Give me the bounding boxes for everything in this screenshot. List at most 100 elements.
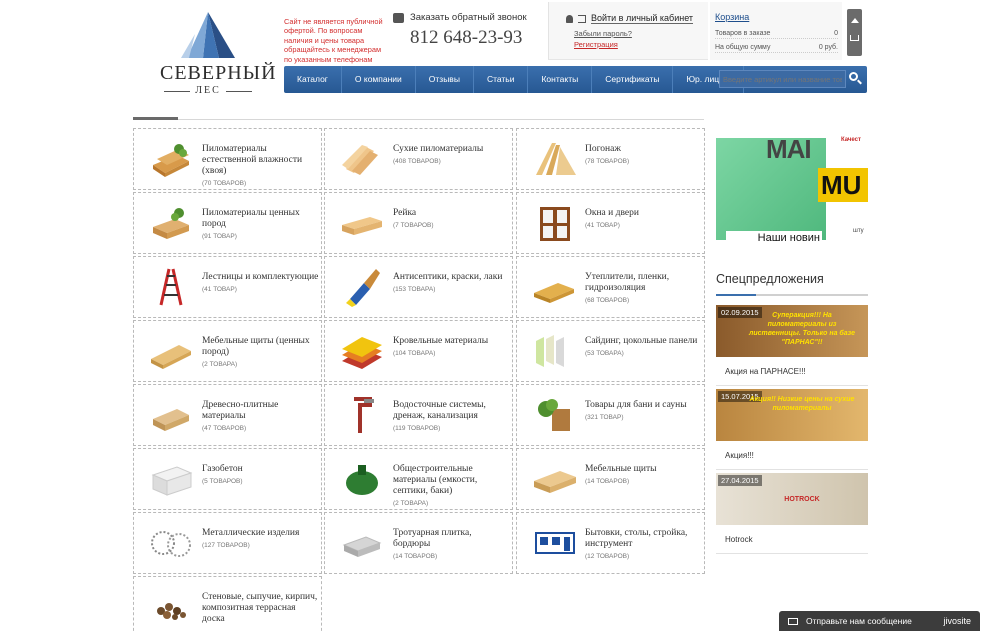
nav-item-articles[interactable]: Статьи <box>474 66 529 93</box>
cart-items-row: Товаров в заказе 0 <box>715 30 838 39</box>
category-name: Тротуарная плитка, бордюры <box>393 528 472 549</box>
sauna-bucket-icon <box>538 399 570 431</box>
category-card[interactable]: Стеновые, сыпучие, кирпич, композитная т… <box>133 576 322 631</box>
category-name: Рейка <box>393 208 417 218</box>
callback-link[interactable]: Заказать обратный звонок <box>393 12 527 23</box>
login-label: Войти в личный кабинет <box>591 13 694 24</box>
category-card[interactable]: Сайдинг, цокольные панели (53 ТОВАРА) <box>516 320 705 382</box>
category-card[interactable]: Антисептики, краски, лаки (153 ТОВАРА) <box>324 256 513 318</box>
dry-boards-icon <box>342 145 378 175</box>
insulation-icon <box>534 283 574 303</box>
forgot-password-link[interactable]: Забыли пароль? <box>574 29 632 38</box>
category-count: (104 ТОВАРА) <box>393 350 436 357</box>
category-card[interactable]: Тротуарная плитка, бордюры (14 ТОВАРОВ) <box>324 512 513 574</box>
search-input[interactable] <box>719 70 846 88</box>
promo-banner[interactable]: MAI Качест MU Наши новин шту <box>716 128 868 256</box>
special-offer[interactable]: 27.04.2015 HOTROCK Hotrock <box>716 473 868 554</box>
category-card[interactable]: Окна и двери (41 ТОВАР) <box>516 192 705 254</box>
nav-item-about[interactable]: О компании <box>342 66 416 93</box>
cart-panel: Корзина Товаров в заказе 0 На общую сумм… <box>710 2 842 60</box>
nav-item-catalog[interactable]: Каталог <box>284 66 342 93</box>
category-card[interactable]: Товары для бани и сауны (321 ТОВАР) <box>516 384 705 446</box>
special-offer-image: 15.07.2015 Акция!! Низкие цены на сухие … <box>716 389 868 441</box>
category-card[interactable]: Рейка (7 ТОВАРОВ) <box>324 192 513 254</box>
category-name: Антисептики, краски, лаки <box>393 272 503 282</box>
cart-total-row: На общую сумму 0 руб. <box>715 44 838 53</box>
cart-items-label: Товаров в заказе <box>715 30 771 37</box>
category-name: Погонаж <box>585 144 621 154</box>
drainpipe-icon <box>354 397 374 433</box>
category-count: (2 ТОВАРА) <box>393 500 429 507</box>
cart-items-value: 0 <box>834 30 838 37</box>
chat-brand: jivosite <box>943 616 971 626</box>
category-count: (7 ТОВАРОВ) <box>393 222 434 229</box>
nav-item-reviews[interactable]: Отзывы <box>416 66 474 93</box>
category-card[interactable]: Общестроительные материалы (емкости, сеп… <box>324 448 513 510</box>
cart-title[interactable]: Корзина <box>715 12 749 22</box>
envelope-icon <box>788 617 798 625</box>
special-offer[interactable]: 02.09.2015 Суперакция!!! На пиломатериал… <box>716 305 868 386</box>
site-logo[interactable]: СЕВЕРНЫЙ ЛЕС <box>160 12 277 96</box>
nav-item-contacts[interactable]: Контакты <box>528 66 593 93</box>
search-button[interactable] <box>849 72 862 85</box>
logo-triangle-icon <box>181 12 235 58</box>
cart-button[interactable] <box>847 9 862 56</box>
category-count: (153 ТОВАРА) <box>393 286 436 293</box>
category-name: Мебельные щиты <box>585 464 657 474</box>
cart-icon <box>850 35 859 41</box>
phone-icon <box>393 12 404 23</box>
category-name: Общестроительные материалы (емкости, сеп… <box>393 464 478 496</box>
category-card[interactable]: Бытовки, столы, стройка, инструмент (12 Т… <box>516 512 705 574</box>
special-offer-caption[interactable]: Акция на ПАРНАСЕ!!! <box>716 357 868 386</box>
cart-total-label: На общую сумму <box>715 44 771 51</box>
slats-icon <box>342 217 382 235</box>
hardwood-icon <box>153 208 189 239</box>
special-offer-image-text: HOTROCK <box>784 496 820 503</box>
special-offer[interactable]: 15.07.2015 Акция!! Низкие цены на сухие … <box>716 389 868 470</box>
special-offer-caption[interactable]: Акция!!! <box>716 441 868 470</box>
logo-name: СЕВЕРНЫЙ <box>160 62 277 84</box>
category-card[interactable]: Древесно-плитные материалы (47 ТОВАРОВ) <box>133 384 322 446</box>
category-name: Мебельные щиты (ценных пород) <box>202 336 310 357</box>
category-name: Водосточные системы, дренаж, канализация <box>393 400 486 421</box>
category-card[interactable]: Утеплители, пленки, гидроизоляция (68 ТОВ… <box>516 256 705 318</box>
category-count: (5 ТОВАРОВ) <box>202 478 243 485</box>
category-name: Окна и двери <box>585 208 639 218</box>
chat-widget[interactable]: Отправьте нам сообщение jivosite <box>779 611 980 631</box>
category-card[interactable]: Пиломатериалы ценных пород (91 ТОВАР) <box>133 192 322 254</box>
category-card[interactable]: Кровельные материалы (104 ТОВАРА) <box>324 320 513 382</box>
specials-underline <box>716 294 868 296</box>
category-count: (408 ТОВАРОВ) <box>393 158 441 165</box>
banner-brand-left: MAI <box>766 134 812 164</box>
moulding-icon <box>536 143 576 175</box>
nav-item-certificates[interactable]: Сертификаты <box>592 66 674 93</box>
cabin-icon <box>535 532 575 554</box>
login-link[interactable]: Войти в личный кабинет <box>566 13 694 24</box>
chat-label: Отправьте нам сообщение <box>806 616 912 626</box>
category-count: (47 ТОВАРОВ) <box>202 425 247 432</box>
register-link[interactable]: Регистрация <box>574 40 618 49</box>
category-count: (2 ТОВАРА) <box>202 361 238 368</box>
category-name: Металлические изделия <box>202 528 300 538</box>
category-name: Стеновые, сыпучие, кирпич, композитная т… <box>202 592 318 624</box>
category-card[interactable]: Металлические изделия (127 ТОВАРОВ) <box>133 512 322 574</box>
paint-brush-icon <box>346 269 380 307</box>
category-card[interactable]: Мебельные щиты (ценных пород) (2 ТОВАРА) <box>133 320 322 382</box>
special-offer-image: 02.09.2015 Суперакция!!! На пиломатериал… <box>716 305 868 357</box>
special-offer-image: 27.04.2015 HOTROCK <box>716 473 868 525</box>
category-card[interactable]: Газобетон (5 ТОВАРОВ) <box>133 448 322 510</box>
category-card[interactable]: Мебельные щиты (14 ТОВАРОВ) <box>516 448 705 510</box>
category-count: (53 ТОВАРА) <box>585 350 624 357</box>
category-card[interactable]: Пиломатериалы естественной влажности (хв… <box>133 128 322 190</box>
septic-tank-icon <box>346 465 378 495</box>
caret-up-icon <box>851 18 859 23</box>
category-name: Бытовки, столы, стройка, инструмент <box>585 528 688 549</box>
category-card[interactable]: Водосточные системы, дренаж, канализация… <box>324 384 513 446</box>
category-card[interactable]: Сухие пиломатериалы (408 ТОВАРОВ) <box>324 128 513 190</box>
category-card[interactable]: Лестницы и комплектующие (41 ТОВАР) <box>133 256 322 318</box>
category-count: (41 ТОВАР) <box>202 286 237 293</box>
special-offer-date: 27.04.2015 <box>718 475 762 486</box>
category-card[interactable]: Погонаж (78 ТОВАРОВ) <box>516 128 705 190</box>
ladder-icon <box>159 268 183 306</box>
special-offer-caption[interactable]: Hotrock <box>716 525 868 554</box>
